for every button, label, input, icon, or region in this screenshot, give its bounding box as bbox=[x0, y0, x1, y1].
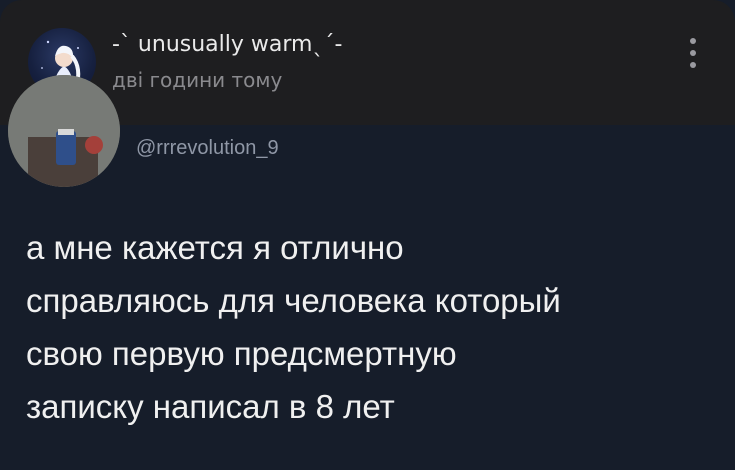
tweet-avatar-photo bbox=[8, 75, 120, 187]
more-vertical-icon-dot bbox=[690, 62, 696, 68]
tweet-text: а мне кажется я отлично справляюсь для ч… bbox=[26, 221, 716, 433]
tweet-text-line: а мне кажется я отлично bbox=[26, 229, 404, 266]
more-vertical-icon-dot bbox=[690, 50, 696, 56]
more-options-button[interactable] bbox=[678, 30, 708, 76]
tweet-author-avatar bbox=[8, 75, 120, 187]
post-timestamp: дві години тому bbox=[112, 68, 283, 92]
tweet-text-line: справляюсь для человека который bbox=[26, 282, 561, 319]
tweet-handle: @rrrevolution_9 bbox=[136, 137, 279, 159]
tweet-text-line: записку написал в 8 лет bbox=[26, 388, 395, 425]
more-vertical-icon bbox=[690, 38, 696, 44]
tweet-text-line: свою первую предсмертную bbox=[26, 335, 457, 372]
author-name[interactable]: -ˋ unusually warmˎˊ- bbox=[112, 32, 342, 57]
post-card: -ˋ unusually warmˎˊ- дві години тому @rr… bbox=[0, 0, 735, 470]
embedded-tweet-image: @rrrevolution_9 а мне кажется я отлично … bbox=[0, 75, 735, 470]
